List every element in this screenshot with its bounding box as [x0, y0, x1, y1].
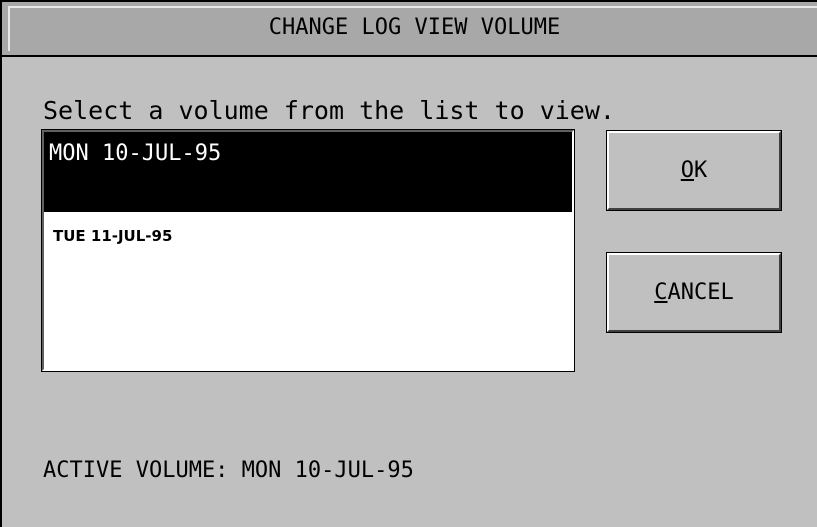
- ok-button-mnemonic: O: [680, 158, 694, 183]
- dialog-title: CHANGE LOG VIEW VOLUME: [268, 15, 561, 40]
- ok-button[interactable]: OK: [606, 130, 782, 211]
- cancel-button-mnemonic: C: [654, 280, 668, 305]
- active-volume-status: ACTIVE VOLUME: MON 10-JUL-95: [43, 458, 414, 483]
- instruction-text: Select a volume from the list to view.: [43, 96, 615, 125]
- volume-list-item-selected[interactable]: MON 10-JUL-95: [44, 132, 572, 212]
- cancel-button[interactable]: CANCEL: [606, 252, 782, 333]
- volume-list-item[interactable]: TUE 11-JUL-95: [44, 227, 572, 255]
- volume-listbox[interactable]: MON 10-JUL-95 TUE 11-JUL-95: [41, 129, 575, 372]
- title-bar-inner: CHANGE LOG VIEW VOLUME: [8, 6, 817, 51]
- cancel-button-label: ANCEL: [667, 280, 734, 305]
- change-log-view-volume-dialog: CHANGE LOG VIEW VOLUME Select a volume f…: [0, 0, 817, 527]
- ok-button-label: K: [694, 158, 708, 183]
- title-bar: CHANGE LOG VIEW VOLUME: [2, 0, 817, 57]
